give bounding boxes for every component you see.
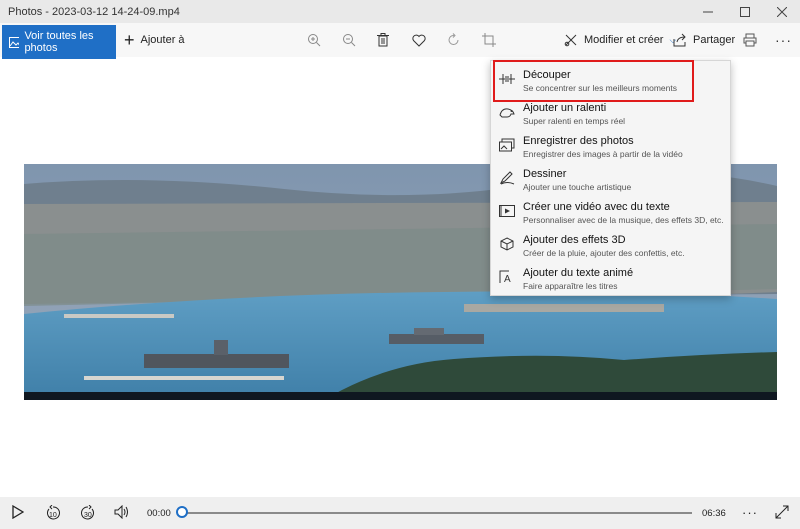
menu-item-description: Personnaliser avec de la musique, des ef…	[523, 215, 724, 225]
forward-seconds: 30	[84, 511, 92, 519]
play-icon	[12, 505, 24, 519]
see-all-photos-button[interactable]: Voir toutes les photos	[2, 25, 116, 59]
player-controls: 10 30 00:00 06:36 ···	[0, 497, 800, 529]
effects-3d-icon	[500, 237, 514, 251]
share-icon	[673, 33, 686, 47]
menu-item-video-text[interactable]: Créer une vidéo avec du texte Personnali…	[491, 199, 730, 232]
edit-tools-icon	[564, 34, 577, 47]
minimize-button[interactable]	[689, 0, 726, 23]
add-to-label: Ajouter à	[140, 34, 185, 46]
window-title: Photos - 2023-03-12 14-24-09.mp4	[8, 5, 180, 18]
modify-create-button[interactable]: Modifier et créer ⌵	[564, 30, 676, 50]
menu-item-animated-text[interactable]: A Ajouter du texte animé Faire apparaîtr…	[491, 265, 730, 298]
rewind-10-button[interactable]: 10	[45, 505, 60, 521]
total-time: 06:36	[702, 508, 726, 519]
menu-item-draw[interactable]: Dessiner Ajouter une touche artistique	[491, 166, 730, 199]
fullscreen-icon	[775, 505, 789, 519]
more-options-button[interactable]: ···	[775, 32, 792, 48]
plus-icon: +	[124, 30, 135, 50]
menu-item-description: Faire apparaître les titres	[523, 281, 618, 291]
rewind-seconds: 10	[49, 511, 57, 519]
printer-icon	[743, 33, 757, 47]
zoom-out-icon	[343, 34, 356, 47]
animated-text-icon: A	[499, 270, 511, 284]
menu-item-label: Ajouter du texte animé	[523, 267, 634, 279]
close-icon	[776, 6, 787, 17]
video-text-icon	[499, 205, 515, 217]
seek-thumb[interactable]	[176, 506, 188, 518]
svg-text:A: A	[504, 274, 511, 284]
trash-icon	[377, 33, 389, 47]
favorite-button[interactable]	[410, 31, 428, 49]
see-all-photos-label: Voir toutes les photos	[24, 30, 94, 54]
modify-create-label: Modifier et créer	[584, 34, 664, 46]
share-label: Partager	[693, 34, 736, 46]
rotate-icon	[448, 33, 459, 45]
forward-30-button[interactable]: 30	[80, 505, 94, 521]
menu-item-description: Enregistrer des images à partir de la vi…	[523, 149, 683, 159]
current-time: 00:00	[147, 508, 171, 519]
menu-item-label: Enregistrer des photos	[523, 135, 634, 147]
crop-icon	[482, 33, 496, 47]
volume-icon	[114, 505, 128, 519]
menu-item-label: Créer une vidéo avec du texte	[523, 201, 670, 213]
menu-item-description: Créer de la pluie, ajouter des confettis…	[523, 248, 685, 258]
save-photos-icon	[499, 138, 515, 152]
close-button[interactable]	[763, 0, 800, 23]
play-button[interactable]	[12, 505, 24, 519]
menu-item-label: Ajouter des effets 3D	[523, 234, 626, 246]
draw-icon	[499, 171, 515, 185]
minimize-icon	[702, 11, 713, 12]
maximize-button[interactable]	[726, 0, 763, 23]
menu-item-3d-effects[interactable]: Ajouter des effets 3D Créer de la pluie,…	[491, 232, 730, 265]
rotate-button[interactable]	[445, 31, 463, 49]
slow-motion-icon	[499, 108, 515, 118]
zoom-out-button[interactable]	[340, 31, 358, 49]
add-to-button[interactable]: + Ajouter à	[124, 29, 185, 51]
zoom-in-icon	[308, 34, 321, 47]
player-more-button[interactable]: ···	[742, 505, 758, 520]
gallery-icon	[9, 36, 20, 48]
print-button[interactable]	[741, 31, 759, 49]
menu-item-description: Super ralenti en temps réel	[523, 116, 626, 126]
menu-item-label: Ajouter un ralenti	[523, 102, 607, 114]
zoom-in-button[interactable]	[305, 31, 323, 49]
title-bar: Photos - 2023-03-12 14-24-09.mp4	[0, 0, 800, 23]
share-button[interactable]: Partager	[673, 30, 735, 50]
menu-item-slow-motion[interactable]: Ajouter un ralenti Super ralenti en temp…	[491, 100, 730, 133]
maximize-icon	[739, 6, 750, 17]
seek-bar[interactable]	[182, 512, 692, 514]
volume-button[interactable]	[114, 505, 130, 519]
menu-item-label: Dessiner	[523, 168, 567, 180]
crop-button[interactable]	[480, 31, 498, 49]
highlight-annotation-box	[493, 60, 694, 102]
fullscreen-button[interactable]	[775, 505, 789, 519]
toolbar: Voir toutes les photos + Ajouter à Modif…	[0, 23, 800, 59]
menu-item-description: Ajouter une touche artistique	[523, 182, 632, 192]
menu-item-save-photos[interactable]: Enregistrer des photos Enregistrer des i…	[491, 133, 730, 166]
delete-button[interactable]	[374, 31, 392, 49]
heart-icon	[412, 34, 426, 47]
